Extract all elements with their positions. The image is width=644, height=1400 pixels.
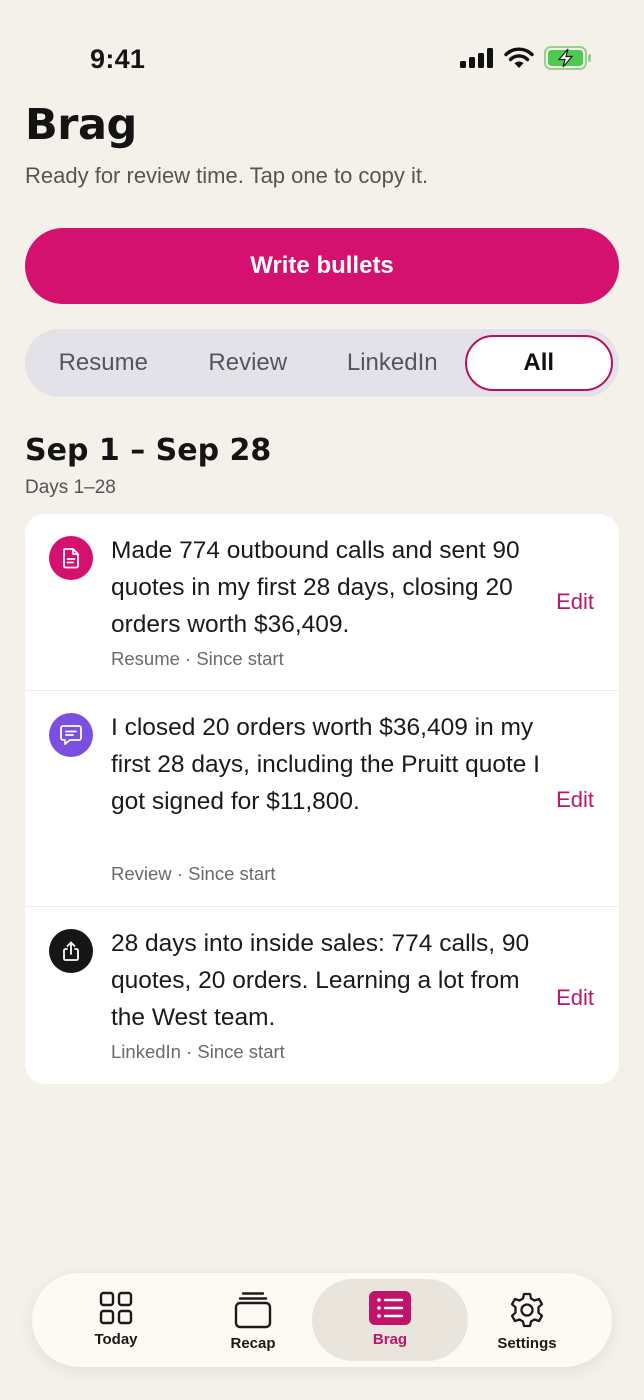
brag-entry-linkedin[interactable]: 28 days into inside sales: 774 calls, 90… xyxy=(25,907,619,1084)
battery-charging-icon xyxy=(544,46,591,70)
filter-resume[interactable]: Resume xyxy=(31,335,176,391)
entry-meta: Review · Since start xyxy=(111,863,276,884)
tab-bar: Today Recap Brag Settings xyxy=(32,1273,612,1367)
signal-icon xyxy=(460,48,493,68)
stack-icon xyxy=(234,1292,272,1329)
tab-label: Recap xyxy=(230,1335,276,1352)
brag-entries-card: Made 774 outbound calls and sent 90 quot… xyxy=(25,514,619,1084)
edit-button[interactable]: Edit xyxy=(556,985,594,1011)
tab-label: Today xyxy=(94,1331,138,1348)
tab-brag[interactable]: Brag xyxy=(312,1279,468,1361)
date-range-subtitle: Days 1–28 xyxy=(25,477,116,498)
filter-all[interactable]: All xyxy=(464,335,613,391)
document-icon xyxy=(49,536,93,580)
wifi-icon xyxy=(504,47,534,68)
entry-meta: Resume · Since start xyxy=(111,648,284,669)
share-icon xyxy=(49,929,93,973)
tab-today[interactable]: Today xyxy=(38,1279,194,1361)
entry-text: Made 774 outbound calls and sent 90 quot… xyxy=(111,537,520,638)
write-bullets-button[interactable]: Write bullets xyxy=(25,228,619,304)
grid-icon xyxy=(99,1291,133,1325)
filter-review[interactable]: Review xyxy=(176,335,321,391)
page-title: Brag xyxy=(25,100,137,150)
status-icons xyxy=(460,46,592,70)
page-subtitle: Ready for review time. Tap one to copy i… xyxy=(25,163,429,188)
entry-meta: LinkedIn · Since start xyxy=(111,1041,285,1062)
tab-recap[interactable]: Recap xyxy=(175,1279,331,1361)
brag-entry-review[interactable]: I closed 20 orders worth $36,409 in my f… xyxy=(25,691,619,907)
tab-label: Brag xyxy=(372,1331,408,1348)
date-range-title: Sep 1 – Sep 28 xyxy=(25,433,272,468)
gear-icon xyxy=(510,1292,544,1328)
tab-label: Settings xyxy=(497,1335,557,1352)
status-bar: 9:41 xyxy=(0,0,644,110)
filter-segmented-control: Resume Review LinkedIn All xyxy=(25,329,619,397)
list-icon xyxy=(369,1291,411,1325)
tab-settings[interactable]: Settings xyxy=(449,1279,605,1361)
entry-text: I closed 20 orders worth $36,409 in my f… xyxy=(111,714,540,815)
entry-text: 28 days into inside sales: 774 calls, 90… xyxy=(111,930,530,1031)
chat-bubble-icon xyxy=(49,713,93,757)
edit-button[interactable]: Edit xyxy=(556,589,594,615)
brag-entry-resume[interactable]: Made 774 outbound calls and sent 90 quot… xyxy=(25,514,619,691)
filter-linkedin[interactable]: LinkedIn xyxy=(320,335,465,391)
edit-button[interactable]: Edit xyxy=(556,787,594,813)
status-time: 9:41 xyxy=(90,44,146,74)
